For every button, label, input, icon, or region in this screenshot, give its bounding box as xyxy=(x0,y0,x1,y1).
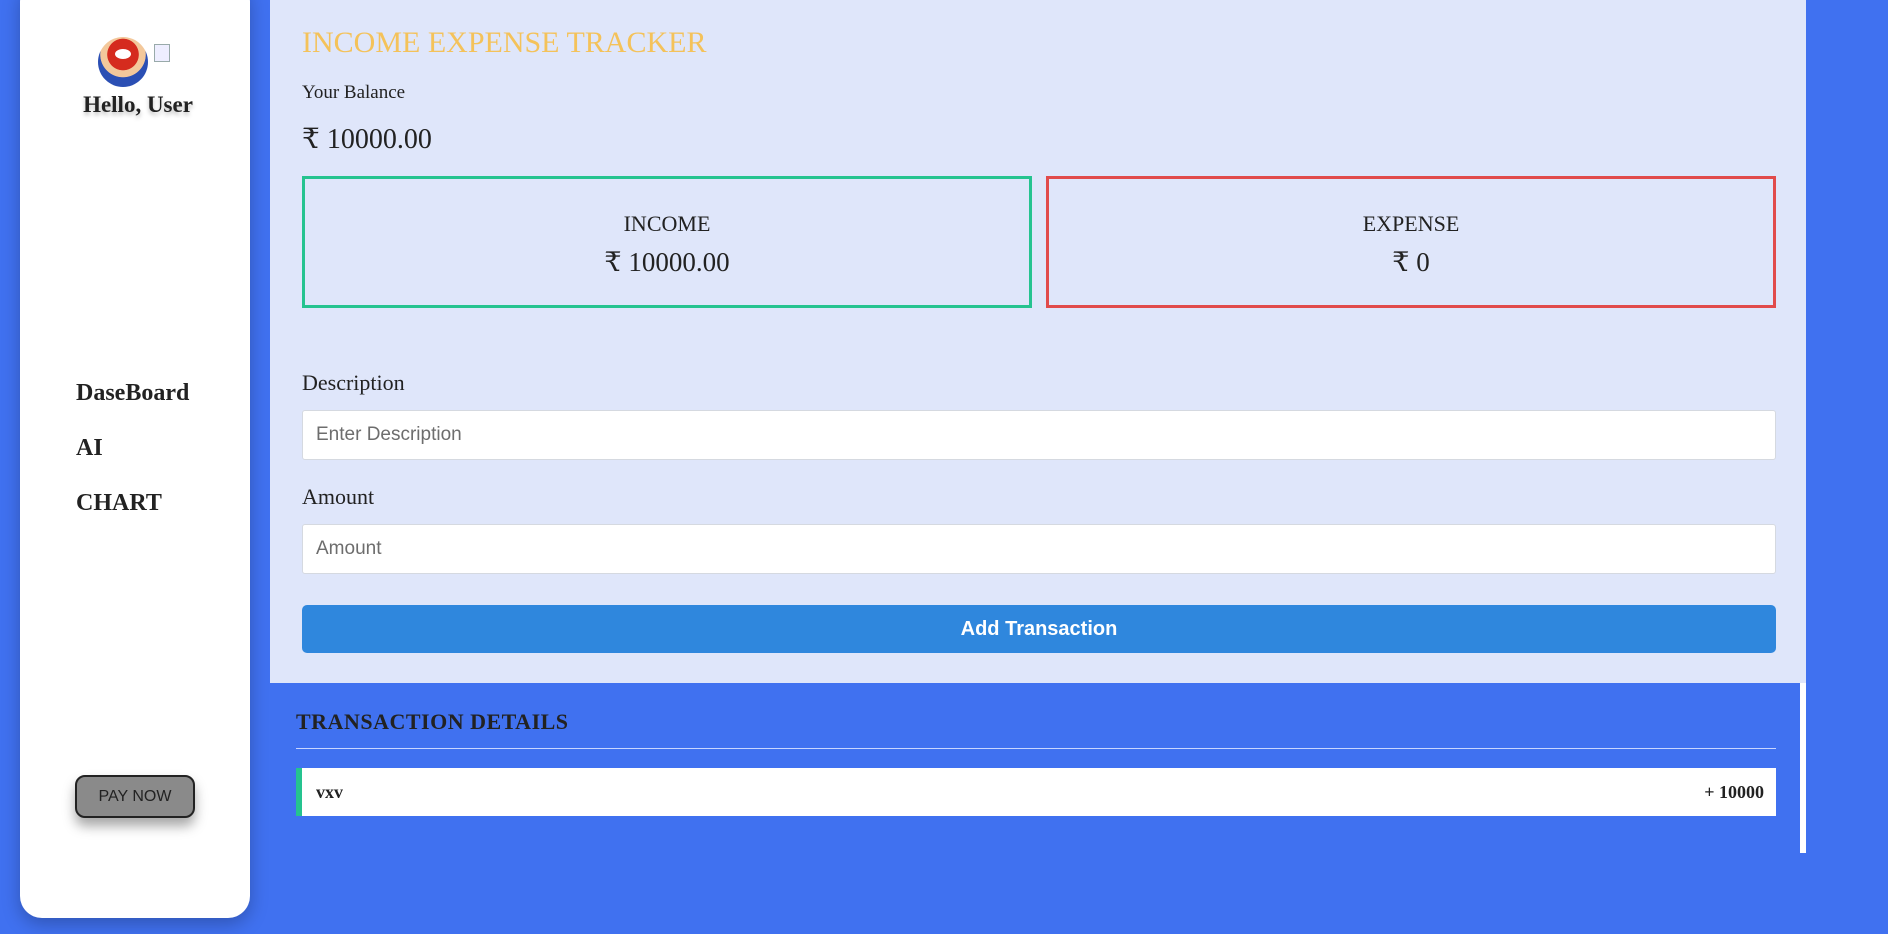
transaction-description: vxv xyxy=(316,781,343,802)
description-input[interactable] xyxy=(302,410,1776,460)
income-amount: ₹ 10000.00 xyxy=(604,247,730,277)
mario-avatar-icon xyxy=(98,37,148,87)
balance-label: Your Balance xyxy=(302,82,406,103)
broken-image-icon xyxy=(152,38,200,86)
sidebar-nav: DaseBoard AI CHART xyxy=(76,380,189,545)
description-label: Description xyxy=(302,370,405,395)
amount-input[interactable] xyxy=(302,524,1776,574)
transaction-details: TRANSACTION DETAILS vxv + 10000 xyxy=(270,683,1801,853)
amount-label: Amount xyxy=(302,484,375,509)
nav-item-dashboard[interactable]: DaseBoard xyxy=(76,380,189,407)
nav-item-chart[interactable]: CHART xyxy=(76,490,189,517)
income-card: INCOME ₹ 10000.00 xyxy=(302,176,1032,308)
expense-card: EXPENSE ₹ 0 xyxy=(1046,176,1776,308)
page-title: INCOME EXPENSE TRACKER xyxy=(302,26,707,59)
expense-amount: ₹ 0 xyxy=(1392,247,1430,277)
pay-now-button[interactable]: PAY NOW xyxy=(75,775,195,818)
greeting: Hello, User xyxy=(83,92,193,117)
add-transaction-button[interactable]: Add Transaction xyxy=(302,605,1776,653)
divider xyxy=(296,748,1776,749)
avatar-group xyxy=(98,36,200,88)
balance-value: ₹ 10000.00 xyxy=(302,124,432,155)
panel-edge xyxy=(1800,683,1806,853)
transaction-row[interactable]: vxv + 10000 xyxy=(296,768,1776,816)
tracker-panel: INCOME EXPENSE TRACKER Your Balance ₹ 10… xyxy=(270,0,1806,683)
income-label: INCOME xyxy=(623,211,711,236)
sidebar: Hello, User DaseBoard AI CHART PAY NOW xyxy=(20,0,250,918)
transaction-amount: + 10000 xyxy=(1704,781,1764,802)
nav-item-ai[interactable]: AI xyxy=(76,435,189,462)
expense-label: EXPENSE xyxy=(1362,211,1460,236)
transactions-title: TRANSACTION DETAILS xyxy=(296,709,569,734)
